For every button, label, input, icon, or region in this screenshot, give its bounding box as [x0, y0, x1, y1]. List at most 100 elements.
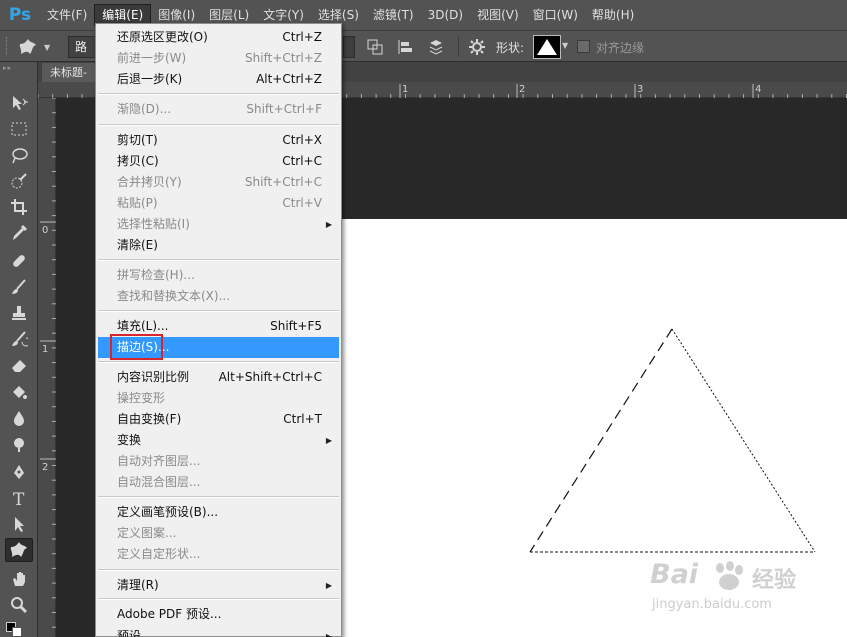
options-divider	[458, 37, 459, 57]
blur-tool-button[interactable]	[5, 406, 33, 430]
custom-shape-tool-icon	[18, 38, 38, 56]
edit-menu-item-17[interactable]: 变换 ▶	[98, 430, 339, 451]
menu-item-label: 自动混合图层...	[117, 475, 201, 489]
quick-selection-button[interactable]	[5, 169, 33, 193]
pen-tool-icon	[14, 465, 24, 479]
menu-item-shortcut: Alt+Ctrl+Z	[256, 72, 322, 86]
pen-tool-button[interactable]	[5, 460, 33, 484]
document-tab[interactable]: 未标题-	[42, 63, 102, 82]
path-mode-select[interactable]: 路径	[68, 36, 96, 58]
custom-shape-icon	[10, 542, 28, 557]
edit-menu-item-8: 选择性粘贴(I) ▶	[98, 214, 339, 235]
edit-menu-item-23[interactable]: 清理(R) ▶	[98, 575, 339, 596]
healing-brush-button[interactable]	[5, 249, 33, 273]
option-field-edge[interactable]	[343, 36, 355, 58]
edit-menu-item-5[interactable]: 拷贝(C) Ctrl+C	[98, 151, 339, 172]
path-operations-icon[interactable]	[366, 38, 384, 59]
menu-item-label: 还原选区更改(O)	[117, 30, 208, 44]
menu-item-shortcut: Alt+Shift+Ctrl+C	[218, 370, 322, 384]
menu-item-label: 内容识别比例	[117, 370, 190, 384]
tool-preset-picker[interactable]: ▼	[18, 36, 60, 58]
menu-item-label: 自由变换(F)	[117, 412, 182, 426]
ruler-label: 1	[402, 84, 408, 95]
color-swatches[interactable]	[4, 620, 34, 637]
history-brush-icon	[12, 331, 28, 347]
path-arrangement-icon[interactable]	[426, 38, 446, 59]
zoom-tool-button[interactable]	[5, 593, 33, 617]
menu-item-label: 操控变形	[117, 391, 166, 405]
photoshop-logo: Ps	[8, 5, 32, 25]
menu-separator	[98, 598, 339, 600]
chevron-down-icon: ▼	[44, 42, 51, 52]
edit-menu-item-2[interactable]: 后退一步(K) Alt+Ctrl+Z	[98, 69, 339, 90]
menu-0[interactable]: 文件(F)	[40, 4, 94, 26]
history-brush-button[interactable]	[5, 327, 33, 351]
menu-item-label: 清理(R)	[117, 578, 159, 592]
brush-button[interactable]	[5, 275, 33, 299]
edit-menu-item-7: 粘贴(P) Ctrl+V	[98, 193, 339, 214]
watermark-url: jingyan.baidu.com	[652, 597, 772, 612]
ruler-label: 1	[42, 344, 48, 355]
submenu-arrow-icon: ▶	[325, 581, 332, 590]
align-edges-checkbox[interactable]	[577, 40, 590, 53]
menu-item-label: 合并拷贝(Y)	[117, 175, 182, 189]
triangle-shape-icon	[537, 39, 557, 55]
clone-stamp-button[interactable]	[5, 301, 33, 325]
menu-separator	[98, 361, 339, 363]
shape-picker[interactable]	[533, 35, 561, 59]
eyedropper-button[interactable]	[5, 221, 33, 245]
edit-menu-item-0[interactable]: 还原选区更改(O) Ctrl+Z	[98, 27, 339, 48]
menu-10[interactable]: 帮助(H)	[585, 4, 641, 26]
blur-tool-icon	[14, 411, 24, 426]
svg-text:T: T	[13, 490, 25, 507]
crop-tool-button[interactable]	[5, 195, 33, 219]
edit-menu-item-22: 定义自定形状...	[98, 544, 339, 565]
rectangular-marquee-icon	[11, 122, 27, 136]
edit-menu-item-19: 自动混合图层...	[98, 472, 339, 493]
edit-menu-item-16[interactable]: 自由变换(F) Ctrl+T	[98, 409, 339, 430]
type-tool-button[interactable]: T	[5, 486, 33, 510]
submenu-arrow-icon: ▶	[325, 436, 332, 445]
edit-menu-item-14[interactable]: 内容识别比例 Alt+Shift+Ctrl+C	[98, 367, 339, 388]
shape-label: 形状:	[496, 41, 525, 55]
menu-separator	[98, 93, 339, 95]
healing-brush-icon	[13, 255, 25, 267]
move-tool-button[interactable]	[5, 91, 33, 115]
path-selection-button[interactable]	[5, 512, 33, 536]
annotation-highlight-box	[110, 334, 163, 360]
paw-icon	[716, 561, 743, 590]
gear-icon[interactable]	[468, 38, 486, 59]
align-edges-label: 对齐边缘	[596, 41, 645, 55]
eraser-icon	[12, 360, 26, 372]
dodge-tool-button[interactable]	[5, 432, 33, 456]
edit-menu-item-9[interactable]: 清除(E)	[98, 235, 339, 256]
lasso-button[interactable]	[5, 143, 33, 167]
menu-separator	[98, 496, 339, 498]
rectangular-marquee-button[interactable]	[5, 117, 33, 141]
edit-menu-item-25[interactable]: 预设 ▶	[98, 626, 339, 637]
edit-menu-item-3: 渐隐(D)... Shift+Ctrl+F	[98, 99, 339, 120]
brush-icon	[12, 279, 26, 294]
submenu-arrow-icon: ▶	[325, 220, 332, 229]
menu-7[interactable]: 3D(D)	[421, 4, 470, 26]
eraser-button[interactable]	[5, 353, 33, 377]
edit-menu-item-20[interactable]: 定义画笔预设(B)...	[98, 502, 339, 523]
menu-9[interactable]: 窗口(W)	[526, 4, 585, 26]
chevron-down-icon[interactable]: ▼	[562, 41, 568, 50]
edit-menu-item-24[interactable]: Adobe PDF 预设...	[98, 604, 339, 625]
custom-shape-button[interactable]	[5, 538, 33, 562]
paint-bucket-button[interactable]	[5, 380, 33, 404]
hand-tool-button[interactable]	[5, 567, 33, 591]
vertical-ruler[interactable]: 0 1 2	[38, 98, 56, 637]
ruler-label: 4	[755, 84, 761, 95]
menu-item-shortcut: Shift+Ctrl+F	[246, 102, 322, 116]
submenu-arrow-icon: ▶	[325, 632, 332, 637]
edit-menu-item-4[interactable]: 剪切(T) Ctrl+X	[98, 130, 339, 151]
edit-menu-item-18: 自动对齐图层...	[98, 451, 339, 472]
menu-8[interactable]: 视图(V)	[470, 4, 526, 26]
panel-collapse-icon[interactable]: ▸▸	[3, 65, 35, 72]
paint-bucket-icon	[13, 386, 27, 399]
menu-6[interactable]: 滤镜(T)	[366, 4, 421, 26]
path-alignment-icon[interactable]	[396, 38, 414, 59]
type-tool-icon: T	[13, 490, 25, 507]
